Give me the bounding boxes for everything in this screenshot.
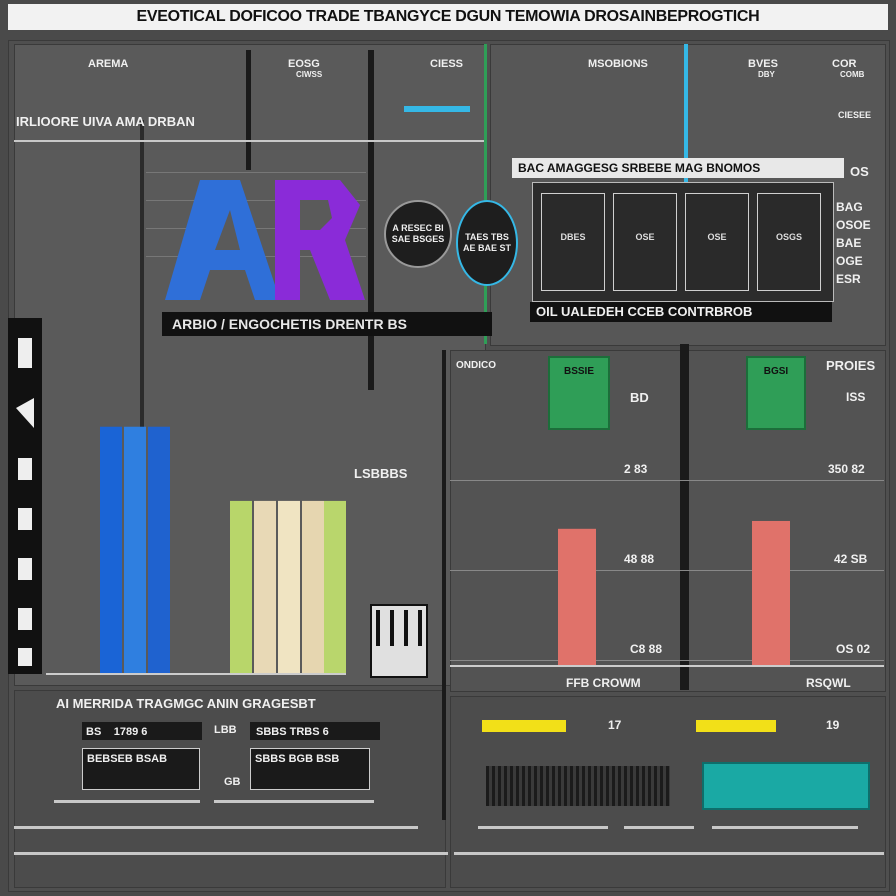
logo-caption-band: ARBIO / ENGOCHETIS DRENTR BS [162, 312, 492, 336]
bottom-row-1-note: SBBS TRBS 6 [256, 726, 329, 738]
stats-caption: OIL UALEDEH CCEB CONTRBROB [530, 302, 832, 322]
bottom-row-2-left: BEBSEB BSAB [82, 748, 200, 790]
mini-table-cells [376, 610, 422, 646]
col-header-6: COR [832, 58, 857, 70]
bottom-row-1-right: SBBS TRBS 6 [250, 722, 380, 740]
right-top-label: CIESEE [838, 110, 872, 120]
col-subheader-6: COMB [840, 70, 865, 79]
ar-logo [160, 170, 370, 310]
strip-mark [16, 398, 34, 428]
strip-mark [18, 508, 32, 530]
col-header-1: AREMA [88, 58, 129, 70]
stat-card-4: OSGS [757, 193, 821, 291]
bar-A [558, 528, 596, 666]
right-footer-left: FFB CROWM [566, 676, 641, 690]
stat-card-2-label: OSE [635, 232, 655, 242]
stats-grid: DBES OSE OSE OSGS [532, 182, 834, 302]
circle-badge-right: TAES TBS AE BAE ST [456, 200, 518, 286]
divider [214, 800, 374, 803]
rail [246, 50, 251, 170]
left-strip [8, 318, 42, 674]
circle-badge-left: A RESEC BI SAE BSGES [384, 200, 452, 268]
strip-mark [18, 558, 32, 580]
logo-caption: ARBIO / ENGOCHETIS DRENTR BS [172, 316, 407, 332]
bar-1 [100, 426, 122, 674]
bottom-row-1-value: 1789 6 [113, 726, 148, 738]
bar-B [752, 520, 790, 666]
col-header-3: CIESS [430, 58, 464, 70]
divider [624, 826, 694, 829]
stats-side-item: ESR [836, 272, 861, 286]
mid-label: LSBBBS [354, 466, 408, 481]
bottom-row-1-left: BS 1789 6 [82, 722, 202, 740]
bottom-right-tick-2: 19 [826, 718, 840, 732]
bar-2 [124, 426, 146, 674]
bottom-row-2-note: SBBS BGB BSB [255, 753, 340, 765]
stats-side-item: OGE [836, 254, 863, 268]
stat-card-2: OSE [613, 193, 677, 291]
divider [478, 826, 608, 829]
strip-mark [18, 608, 32, 630]
bottom-row-2-value: BEBSEB BSAB [87, 753, 168, 765]
bar-8 [324, 500, 346, 674]
col-header-4: MSOBIONS [588, 58, 648, 70]
mini-table [370, 604, 428, 678]
circle-badge-right-text: TAES TBS AE BAE ST [462, 232, 511, 253]
right-bar-chart-svg [450, 520, 884, 667]
stat-card-1-label: DBES [560, 232, 586, 242]
col-subheader-5: DBY [758, 70, 775, 79]
strip-mark [18, 458, 32, 480]
divider [454, 852, 884, 855]
teal-bar [702, 762, 870, 810]
left-title: IRLIOORE UIVA AMA DRBAN [16, 114, 195, 129]
ar-logo-graphic [165, 180, 365, 300]
left-bar-chart [46, 394, 346, 680]
stat-card-3: OSE [685, 193, 749, 291]
bar-6 [278, 500, 300, 674]
stats-tag: OS [850, 164, 869, 179]
col-header-2: EOSG [288, 58, 320, 70]
divider [14, 826, 418, 829]
bottom-right-tick: 17 [608, 718, 622, 732]
yellow-marker-left [482, 720, 566, 732]
stats-side-list: BAG OSOE BAE OGE ESR [836, 198, 871, 288]
stat-card-1: DBES [541, 193, 605, 291]
logo-letter-r [275, 180, 365, 300]
divider [14, 140, 484, 142]
bar-3 [148, 426, 170, 674]
bar-5 [254, 500, 276, 674]
divider [14, 852, 448, 855]
rail [442, 350, 446, 820]
strip-mark [18, 648, 32, 666]
page-title: EVEOTICAL DOFICOO TRADE TBANGYCE DGUN TE… [8, 4, 888, 30]
right-footer-right: RSQWL [806, 676, 851, 690]
stats-side-item: BAG [836, 200, 863, 214]
bottom-row-2-extra: GB [224, 776, 241, 788]
green-rail [484, 44, 487, 344]
bottom-row-1-code: BS [86, 726, 102, 738]
circle-badge-left-text: A RESEC BI SAE BSGES [391, 223, 445, 244]
bottom-row-2-right: SBBS BGB BSB [250, 748, 370, 790]
bar-7 [302, 500, 324, 674]
divider [54, 800, 200, 803]
dark-hatched-bar [486, 766, 670, 806]
bar-4 [230, 500, 252, 674]
left-bar-chart-svg [46, 426, 346, 675]
yellow-marker-right [696, 720, 776, 732]
col-subheader-2: CIWSS [296, 70, 323, 79]
bottom-left-panel [14, 690, 446, 888]
cyan-connector [404, 106, 470, 112]
left-strip-marks [16, 338, 34, 666]
col-header-5: BVES [748, 58, 778, 70]
stats-title: BAC AMAGGESG SRBEBE MAG BNOMOS [512, 158, 844, 178]
right-bar-chart [450, 350, 884, 680]
strip-mark [18, 338, 32, 368]
bottom-row-1-extra: LBB [214, 724, 237, 736]
stats-side-item: BAE [836, 236, 862, 250]
stat-card-4-label: OSGS [775, 232, 802, 242]
bottom-title: AI MERRIDA TRAGMGC ANIN GRAGESBT [56, 696, 316, 711]
stats-side-item: OSOE [836, 218, 871, 232]
stat-card-3-label: OSE [707, 232, 727, 242]
divider [712, 826, 858, 829]
